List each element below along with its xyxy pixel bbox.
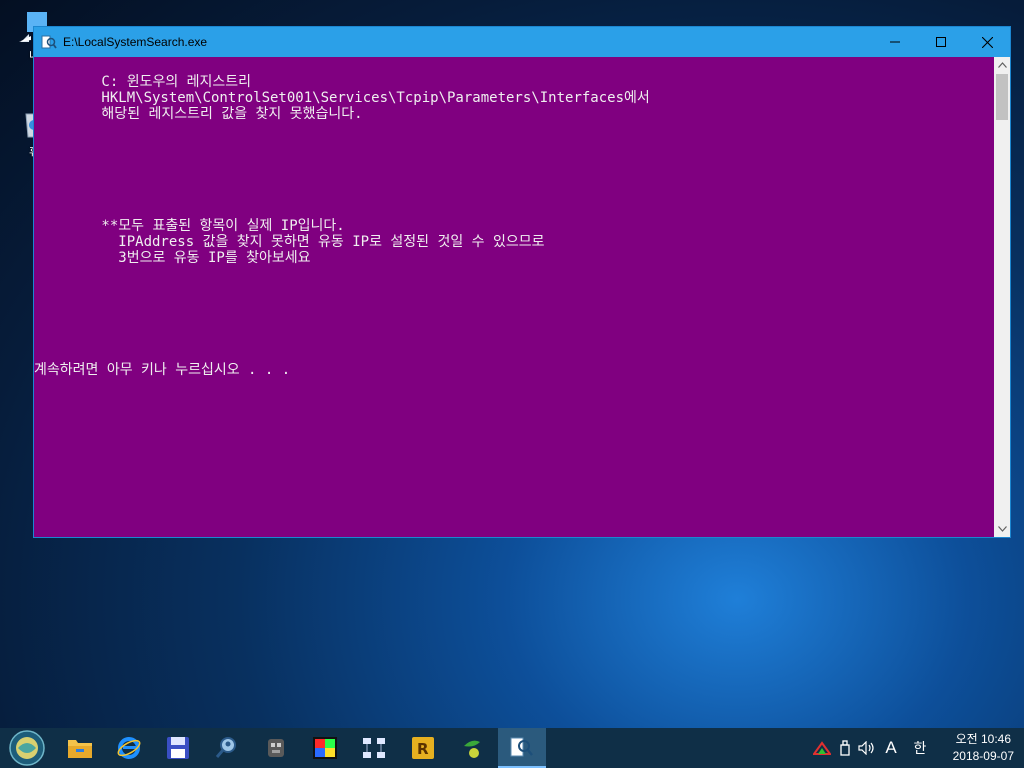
taskbar-local-system-search[interactable] [498,728,546,768]
local-system-search-icon [41,35,57,49]
taskbar-network-app[interactable] [350,728,398,768]
start-icon [9,730,45,766]
console-line: 계속하려면 아무 키나 누르십시오 . . . [34,362,291,378]
taskbar-olive-app[interactable] [448,728,496,768]
maximize-button[interactable] [918,27,964,57]
clock-time: 오전 10:46 [955,732,1012,746]
console-line: 해당된 레지스트리 값을 찾지 못했습니다. [34,106,363,122]
console-output[interactable]: C: 윈도우의 레지스트리 HKLM\System\ControlSet001\… [34,57,994,537]
title-bar[interactable]: E:\LocalSystemSearch.exe [34,27,1010,57]
vertical-scrollbar[interactable] [994,57,1010,537]
usb-device-icon [840,740,850,756]
scroll-up-button[interactable] [994,57,1010,73]
network-status-icon [813,741,831,755]
robot-app-icon [268,739,284,757]
taskbar-search-user-app[interactable] [203,728,251,768]
taskbar-robot-app[interactable] [252,728,300,768]
taskbar-file-explorer[interactable] [56,728,104,768]
chevron-down-icon [997,526,1007,532]
console-line: **모두 표출된 항목이 실제 IP입니다. [34,218,345,234]
network-app-icon [363,738,385,758]
r-app-icon: R [412,737,434,759]
save-disk-icon [167,737,189,759]
taskbar-clock[interactable]: 오전 10:46 2018-09-07 [953,731,1014,765]
color-palette-icon [313,737,337,759]
start-button[interactable] [0,728,54,768]
internet-explorer-icon [117,737,141,759]
file-explorer-icon [68,740,92,758]
close-icon [981,36,993,48]
olive-app-icon [464,740,480,758]
maximize-icon [936,37,946,47]
window-title: E:\LocalSystemSearch.exe [63,35,208,49]
tray-network[interactable] [812,728,832,768]
ime-mode[interactable]: A [881,728,901,768]
ime-language[interactable]: 한 [908,728,932,768]
search-user-icon [215,737,236,758]
taskbar: R A 한 오전 10:46 2018-09-07 [0,728,1024,768]
taskbar-r-app[interactable]: R [399,728,447,768]
console-line: IPAddress 값을 찾지 못하면 유동 IP로 설정된 것일 수 있으므로 [34,234,545,250]
close-button[interactable] [964,27,1010,57]
clock-date: 2018-09-07 [952,749,1014,763]
local-system-search-icon [510,737,533,757]
minimize-button[interactable] [872,27,918,57]
console-line: HKLM\System\ControlSet001\Services\Tcpip… [34,90,650,106]
speaker-icon [858,741,874,755]
taskbar-color-app[interactable] [301,728,349,768]
chevron-up-icon [997,62,1007,68]
taskbar-save-app[interactable] [154,728,202,768]
scroll-down-button[interactable] [994,521,1010,537]
minimize-icon [890,41,900,43]
console-line: 3번으로 유동 IP를 찾아보세요 [34,250,311,266]
scroll-thumb[interactable] [996,74,1008,120]
svg-text:R: R [417,740,429,758]
console-window: E:\LocalSystemSearch.exe C: 윈도우의 레지스트리 H… [33,26,1011,538]
taskbar-internet-explorer[interactable] [105,728,153,768]
console-line: C: 윈도우의 레지스트리 [34,74,252,90]
tray-device[interactable] [836,728,854,768]
tray-volume[interactable] [856,728,878,768]
